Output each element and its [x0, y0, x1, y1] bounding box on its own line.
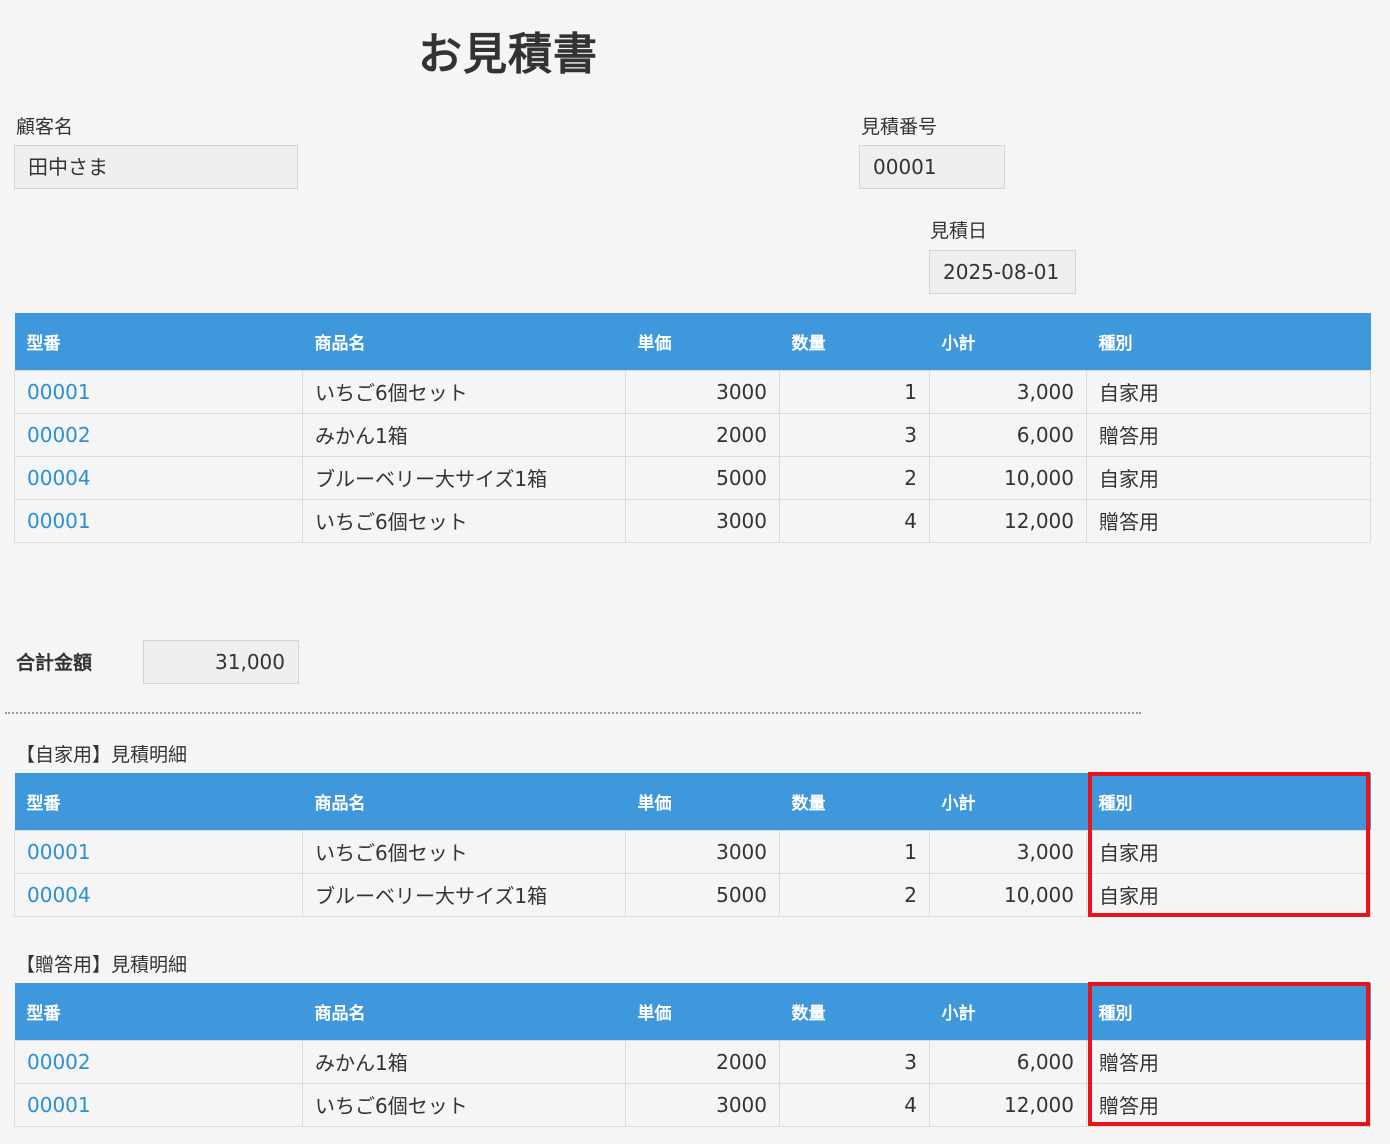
table-header-row: 型番 商品名 単価 数量 小計 種別: [14, 983, 1371, 1040]
table-row: 00001 いちご6個セット 3000 1 3,000 自家用: [14, 829, 1371, 874]
quantity: 2: [779, 455, 930, 500]
section-title-personal: 【自家用】見積明細: [16, 744, 188, 766]
quantity: 1: [779, 829, 930, 874]
product-name: ブルーベリー大サイズ1箱: [302, 872, 626, 917]
col-header-model: 型番: [14, 313, 303, 370]
subtotal: 10,000: [929, 872, 1087, 917]
model-link[interactable]: 00004: [14, 872, 303, 917]
unit-price: 5000: [625, 872, 780, 917]
personal-table: 型番 商品名 単価 数量 小計 種別 00001 いちご6個セット 3000 1…: [14, 773, 1371, 917]
subtotal: 6,000: [929, 412, 1087, 457]
estimate-date-field[interactable]: 2025-08-01: [929, 250, 1076, 294]
col-header-quantity: 数量: [779, 313, 930, 370]
subtotal: 3,000: [929, 829, 1087, 874]
unit-price: 3000: [625, 369, 780, 414]
col-header-category: 種別: [1086, 773, 1371, 830]
page-title: お見積書: [418, 29, 598, 80]
table-header-row: 型番 商品名 単価 数量 小計 種別: [14, 773, 1371, 830]
col-header-unit-price: 単価: [625, 773, 780, 830]
category: 自家用: [1086, 872, 1371, 917]
table-row: 00001 いちご6個セット 3000 1 3,000 自家用: [14, 369, 1371, 414]
quantity: 1: [779, 369, 930, 414]
model-link[interactable]: 00002: [14, 412, 303, 457]
quantity: 3: [779, 412, 930, 457]
category: 贈答用: [1086, 498, 1371, 543]
col-header-subtotal: 小計: [929, 773, 1087, 830]
total-field: 31,000: [143, 640, 299, 684]
category: 贈答用: [1086, 1082, 1371, 1127]
table-row: 00001 いちご6個セット 3000 4 12,000 贈答用: [14, 1082, 1371, 1127]
estimate-no-field[interactable]: 00001: [859, 145, 1005, 189]
product-name: いちご6個セット: [302, 369, 626, 414]
estimate-no-label: 見積番号: [861, 116, 938, 138]
subtotal: 6,000: [929, 1039, 1087, 1084]
table-row: 00001 いちご6個セット 3000 4 12,000 贈答用: [14, 498, 1371, 543]
table-row: 00002 みかん1箱 2000 3 6,000 贈答用: [14, 412, 1371, 457]
section-title-gift: 【贈答用】見積明細: [16, 954, 188, 976]
col-header-unit-price: 単価: [625, 983, 780, 1040]
quantity: 4: [779, 498, 930, 543]
col-header-subtotal: 小計: [929, 313, 1087, 370]
col-header-unit-price: 単価: [625, 313, 780, 370]
category: 自家用: [1086, 455, 1371, 500]
quantity: 3: [779, 1039, 930, 1084]
col-header-quantity: 数量: [779, 983, 930, 1040]
col-header-product: 商品名: [302, 773, 626, 830]
model-link[interactable]: 00002: [14, 1039, 303, 1084]
product-name: ブルーベリー大サイズ1箱: [302, 455, 626, 500]
model-link[interactable]: 00004: [14, 455, 303, 500]
subtotal: 12,000: [929, 498, 1087, 543]
table-row: 00002 みかん1箱 2000 3 6,000 贈答用: [14, 1039, 1371, 1084]
estimate-date-label: 見積日: [930, 220, 988, 242]
col-header-subtotal: 小計: [929, 983, 1087, 1040]
product-name: いちご6個セット: [302, 498, 626, 543]
model-link[interactable]: 00001: [14, 498, 303, 543]
gift-table: 型番 商品名 単価 数量 小計 種別 00002 みかん1箱 2000 3 6,…: [14, 983, 1371, 1127]
quantity: 4: [779, 1082, 930, 1127]
unit-price: 3000: [625, 1082, 780, 1127]
category: 自家用: [1086, 369, 1371, 414]
subtotal: 3,000: [929, 369, 1087, 414]
product-name: みかん1箱: [302, 412, 626, 457]
category: 贈答用: [1086, 412, 1371, 457]
table-row: 00004 ブルーベリー大サイズ1箱 5000 2 10,000 自家用: [14, 872, 1371, 917]
category: 贈答用: [1086, 1039, 1371, 1084]
category: 自家用: [1086, 829, 1371, 874]
model-link[interactable]: 00001: [14, 1082, 303, 1127]
customer-label: 顧客名: [16, 116, 74, 138]
divider: [5, 712, 1141, 714]
model-link[interactable]: 00001: [14, 829, 303, 874]
col-header-model: 型番: [14, 983, 303, 1040]
col-header-product: 商品名: [302, 983, 626, 1040]
col-header-category: 種別: [1086, 983, 1371, 1040]
product-name: みかん1箱: [302, 1039, 626, 1084]
unit-price: 3000: [625, 829, 780, 874]
estimate-table: 型番 商品名 単価 数量 小計 種別 00001 いちご6個セット 3000 1…: [14, 313, 1371, 543]
col-header-product: 商品名: [302, 313, 626, 370]
unit-price: 2000: [625, 1039, 780, 1084]
total-label: 合計金額: [16, 652, 93, 674]
col-header-model: 型番: [14, 773, 303, 830]
table-row: 00004 ブルーベリー大サイズ1箱 5000 2 10,000 自家用: [14, 455, 1371, 500]
customer-field[interactable]: 田中さま: [14, 145, 298, 189]
quantity: 2: [779, 872, 930, 917]
unit-price: 5000: [625, 455, 780, 500]
subtotal: 10,000: [929, 455, 1087, 500]
model-link[interactable]: 00001: [14, 369, 303, 414]
unit-price: 2000: [625, 412, 780, 457]
table-header-row: 型番 商品名 単価 数量 小計 種別: [14, 313, 1371, 370]
product-name: いちご6個セット: [302, 829, 626, 874]
col-header-category: 種別: [1086, 313, 1371, 370]
subtotal: 12,000: [929, 1082, 1087, 1127]
col-header-quantity: 数量: [779, 773, 930, 830]
unit-price: 3000: [625, 498, 780, 543]
product-name: いちご6個セット: [302, 1082, 626, 1127]
